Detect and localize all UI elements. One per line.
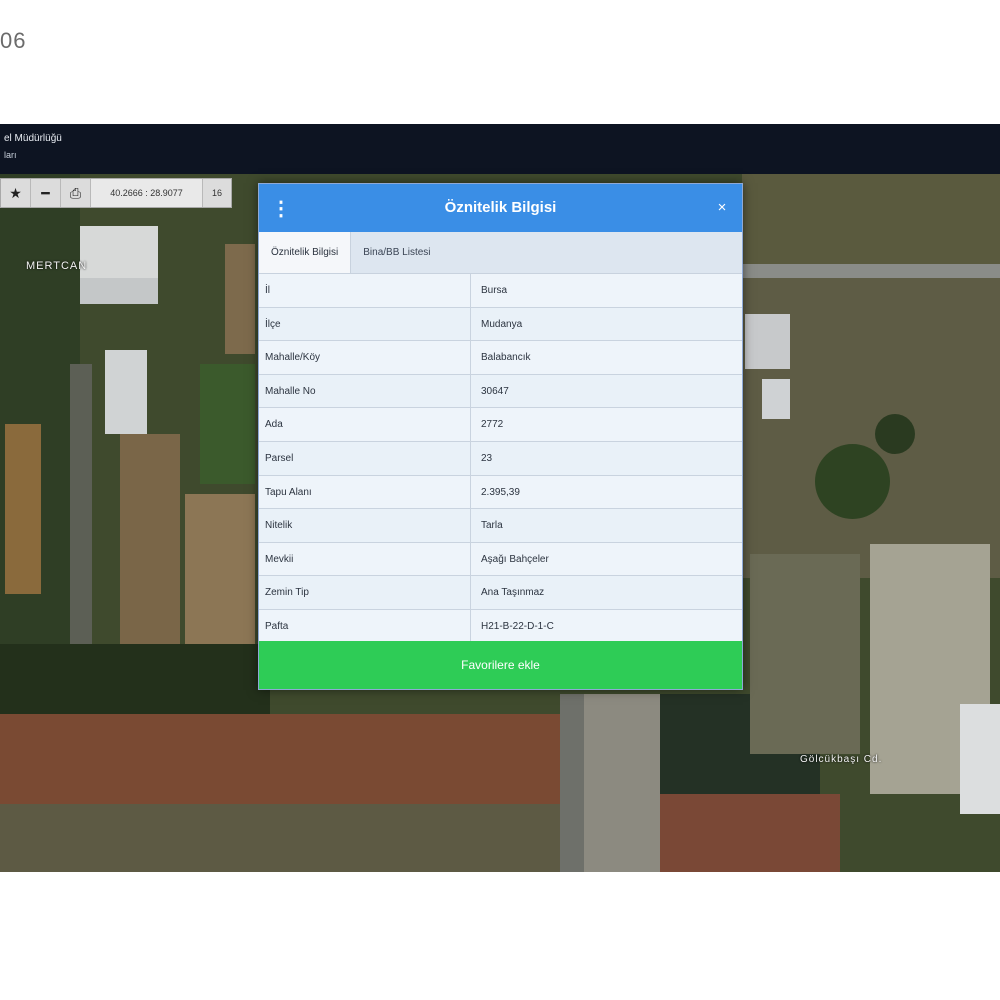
table-row: Mevkii Aşağı Bahçeler [259,542,742,577]
row-value: 23 [481,452,493,464]
row-value: Tarla [481,520,503,532]
table-row: Mahalle/Köy Balabancık [259,341,742,375]
map-field [225,244,255,354]
zoom-level: 16 [211,188,222,198]
star-icon[interactable]: ★ [1,179,31,207]
table-row: Ada 2772 [259,408,742,442]
table-row: Parsel 23 [259,441,742,476]
map-field [5,424,41,594]
attribute-table: İl Bursa İlçe Mudanya Mahalle/Köy Balabancı… [259,274,742,644]
map-field [742,174,1000,274]
row-key: Zemin Tip [259,576,471,609]
dialog-tabs: Öznitelik Bilgisi Bina/BB Listesi [259,232,742,274]
table-row: Nitelik Tarla [259,509,742,543]
map-field [750,554,860,754]
map-toolbar: ★ ━ ⎙ 40.2666 : 28.9077 16 [0,178,232,208]
dialog-title: Öznitelik Bilgisi [444,199,557,216]
print-icon[interactable]: ⎙ [61,179,91,207]
map-building [745,314,790,369]
tab-attribute-info[interactable]: Öznitelik Bilgisi [259,232,352,273]
row-value: Aşağı Bahçeler [481,553,549,565]
map-building [960,704,1000,814]
row-key: Tapu Alanı [259,475,471,509]
coordinates-readout: 40.2666 : 28.9077 [91,179,203,207]
map-building [762,379,790,419]
row-key: Ada [259,408,471,441]
attribute-info-dialog: ⋮ Öznitelik Bilgisi × Öznitelik Bilgisi … [258,183,743,690]
screenshot-canvas: 06 el Müdürlüğü ları MERTCAN Gölcükbaşı … [0,0,1000,1000]
row-value: Balabancık [481,352,531,364]
minus-icon[interactable]: ━ [31,179,61,207]
map-place-label: MERTCAN [26,260,88,272]
row-value: 2.395,39 [481,486,520,498]
row-value: H21-B-22-D-1-C [481,620,554,632]
tab-building-list[interactable]: Bina/BB Listesi [351,232,442,273]
row-key: Mahalle No [259,374,471,408]
map-building [80,226,158,278]
map-field [0,804,560,872]
corner-text: 06 [0,28,27,53]
kebab-menu-icon[interactable]: ⋮ [271,196,291,220]
row-value: Mudanya [481,318,523,330]
table-row: Zemin Tip Ana Taşınmaz [259,576,742,610]
map-road [560,694,584,872]
map-field [660,794,840,872]
app-subtitle: ları [4,150,17,160]
row-value: 2772 [481,419,504,431]
app-header: el Müdürlüğü ları [0,124,1000,174]
table-row: Mahalle No 30647 [259,374,742,409]
table-row: İlçe Mudanya [259,307,742,342]
map-tree-cluster [875,414,915,454]
row-value: 30647 [481,385,509,397]
table-row: Pafta H21-B-22-D-1-C [259,609,742,644]
row-key: Pafta [259,609,471,643]
map-road-label: Gölcükbaşı Cd. [800,754,883,765]
row-key: İlçe [259,307,471,341]
table-row: Tapu Alanı 2.395,39 [259,475,742,510]
map-river [0,644,270,714]
map-building [80,278,158,304]
table-row: İl Bursa [259,274,742,308]
row-key: İl [259,274,471,307]
row-key: Mahalle/Köy [259,341,471,374]
row-key: Parsel [259,441,471,475]
row-value: Bursa [481,285,508,296]
close-icon[interactable]: × [712,198,732,218]
map-road [742,264,1000,278]
dialog-header: ⋮ Öznitelik Bilgisi × [259,184,742,232]
add-to-favorites-button[interactable]: Favorilere ekle [259,641,742,689]
map-field [200,364,255,484]
row-key: Mevkii [259,542,471,576]
map-tree-cluster [815,444,890,519]
map-building [105,350,147,434]
app-title: el Müdürlüğü [4,133,62,144]
row-key: Nitelik [259,509,471,542]
row-value: Ana Taşınmaz [481,587,545,599]
map-field [185,494,255,644]
